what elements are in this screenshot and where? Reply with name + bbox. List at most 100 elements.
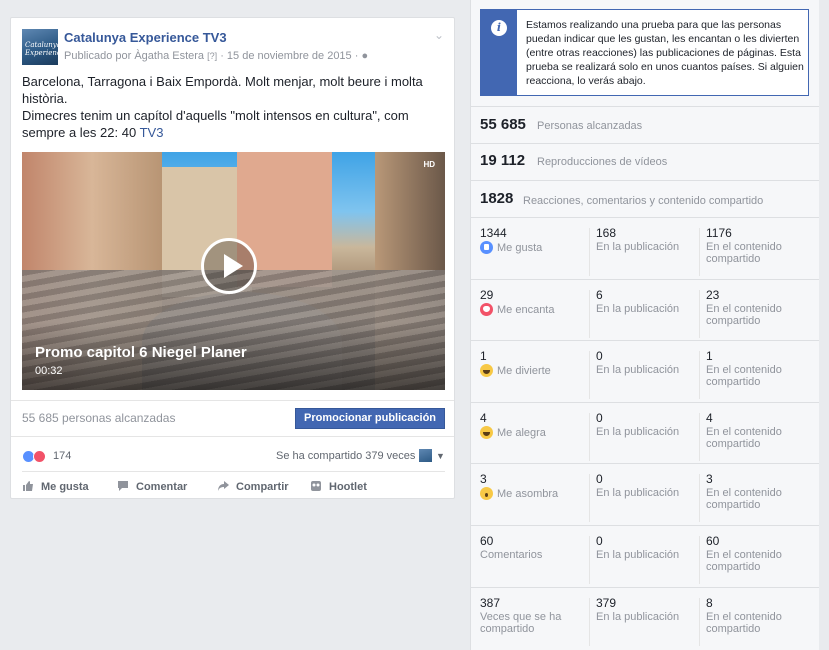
breakdown-label: Me encanta <box>480 303 585 316</box>
breakdown-on-shared: 60 <box>706 534 720 548</box>
breakdown-on-shared: 3 <box>706 472 713 486</box>
video-title: Promo capitol 6 Niegel Planer <box>35 344 247 361</box>
summary-value: 1828 <box>480 190 514 207</box>
page-avatar[interactable]: Catalunya Experience <box>22 29 65 65</box>
breakdown-total: 4 <box>480 411 487 425</box>
breakdown-on-post-label: En la publicación <box>596 303 680 315</box>
summary-row-video-views: 19 112 Reproducciones de vídeos <box>471 143 819 180</box>
post-date[interactable]: · 15 de noviembre de 2015 · <box>220 50 358 62</box>
info-icon: i <box>491 20 507 36</box>
breakdown-total: 3 <box>480 472 487 486</box>
breakdown-on-shared: 23 <box>706 288 720 302</box>
summary-label: Reproducciones de vídeos <box>537 156 668 168</box>
breakdown-row: 4 Me alegra 0 En la publicación 4 En el … <box>471 402 819 465</box>
summary-row-engagement: 1828 Reacciones, comentarios y contenido… <box>471 180 819 217</box>
avatar-logo-text: Catalunya Experience <box>25 41 65 57</box>
reaction-count[interactable]: 174 <box>53 450 71 462</box>
share-button[interactable]: Compartir <box>217 480 289 493</box>
like-reaction-icon <box>480 241 493 254</box>
breakdown-total: 1344 <box>480 226 507 240</box>
breakdown-on-post: 0 <box>596 411 603 425</box>
tv3-link[interactable]: TV3 <box>140 125 164 140</box>
reaction-icons[interactable] <box>22 450 52 464</box>
breakdown-label: Me alegra <box>480 426 585 439</box>
breakdown-label: Veces que se ha compartido <box>480 611 562 635</box>
breakdown-total: 60 <box>480 534 494 548</box>
comment-button[interactable]: Comentar <box>117 480 187 493</box>
globe-icon: ● <box>361 50 369 62</box>
post-card: Catalunya Experience Catalunya Experienc… <box>10 17 455 499</box>
notice-text: Estamos realizando una prueba para que l… <box>526 19 804 87</box>
thumbs-up-icon <box>22 480 36 492</box>
page-name-link[interactable]: Catalunya Experience TV3 <box>64 30 227 45</box>
breakdown-on-post: 379 <box>596 596 617 610</box>
breakdown-on-post-label: En la publicación <box>596 611 680 623</box>
breakdown-label: Me gusta <box>480 241 585 254</box>
page-selector-avatar[interactable] <box>419 449 432 462</box>
breakdown-on-shared-label: En el contenido compartido <box>706 549 782 573</box>
post-text-line: Barcelona, Tarragona i Baix Empordà. Mol… <box>22 74 423 106</box>
post-text: Barcelona, Tarragona i Baix Empordà. Mol… <box>22 73 442 141</box>
breakdown-total: 1 <box>480 349 487 363</box>
help-icon[interactable]: [?] <box>207 51 217 61</box>
video-player[interactable]: HD Promo capitol 6 Niegel Planer 00:32 <box>22 152 445 390</box>
breakdown-on-shared-label: En el contenido compartido <box>706 611 782 635</box>
breakdown-on-shared-label: En el contenido compartido <box>706 364 782 388</box>
summary-label: Reacciones, comentarios y contenido comp… <box>523 195 764 207</box>
breakdown-on-shared: 1176 <box>706 226 732 240</box>
breakdown-row: 1344 Me gusta 168 En la publicación 1176… <box>471 217 819 280</box>
breakdown-on-post-label: En la publicación <box>596 364 680 376</box>
breakdown-on-shared-label: En el contenido compartido <box>706 426 782 450</box>
comment-icon <box>117 480 131 492</box>
published-by[interactable]: Publicado por Àgatha Estera <box>64 50 204 62</box>
breakdown-row: 60 Comentarios 0 En la publicación 60 En… <box>471 525 819 588</box>
reactions-test-notice: i Estamos realizando una prueba para que… <box>480 9 809 96</box>
reach-text[interactable]: 55 685 personas alcanzadas <box>22 411 175 425</box>
breakdown-on-post: 0 <box>596 472 603 486</box>
love-reaction-icon <box>33 450 46 463</box>
shared-count[interactable]: Se ha compartido 379 veces <box>276 450 415 462</box>
chevron-down-icon[interactable]: ⌄ <box>434 28 444 42</box>
breakdown-label: Me asombra <box>480 487 585 500</box>
video-duration: 00:32 <box>35 365 63 377</box>
breakdown-on-shared-label: En el contenido compartido <box>706 487 782 511</box>
like-button[interactable]: Me gusta <box>22 480 89 493</box>
breakdown-total: 387 <box>480 596 501 610</box>
breakdown-row: 1 Me divierte 0 En la publicación 1 En e… <box>471 340 819 403</box>
breakdown-on-shared-label: En el contenido compartido <box>706 241 782 265</box>
yay-reaction-icon <box>480 426 493 439</box>
breakdown-row: 3 Me asombra 0 En la publicación 3 En el… <box>471 463 819 526</box>
summary-value: 19 112 <box>480 152 526 169</box>
breakdown-on-shared: 1 <box>706 349 713 363</box>
post-meta: Publicado por Àgatha Estera [?] · 15 de … <box>64 50 368 62</box>
haha-reaction-icon <box>480 364 493 377</box>
summary-row-reach: 55 685 Personas alcanzadas <box>471 106 819 143</box>
breakdown-on-shared: 4 <box>706 411 713 425</box>
wow-reaction-icon <box>480 487 493 500</box>
hootlet-owl-icon <box>310 480 324 492</box>
breakdown-on-post-label: En la publicación <box>596 426 680 438</box>
summary-label: Personas alcanzadas <box>537 120 643 132</box>
breakdown-on-shared-label: En el contenido compartido <box>706 303 782 327</box>
breakdown-on-post-label: En la publicación <box>596 487 680 499</box>
summary-value: 55 685 <box>480 116 526 133</box>
breakdown-row: 29 Me encanta 6 En la publicación 23 En … <box>471 279 819 342</box>
breakdown-total: 29 <box>480 288 494 302</box>
breakdown-label: Me divierte <box>480 364 585 377</box>
breakdown-on-post: 168 <box>596 226 617 240</box>
breakdown-on-shared: 8 <box>706 596 713 610</box>
breakdown-on-post-label: En la publicación <box>596 549 680 561</box>
caret-down-icon[interactable]: ▼ <box>436 451 445 461</box>
divider <box>11 400 454 401</box>
hootlet-button[interactable]: Hootlet <box>310 480 367 493</box>
play-icon[interactable] <box>201 238 257 294</box>
breakdown-on-post-label: En la publicación <box>596 241 680 253</box>
breakdown-row: 387 Veces que se ha compartido 379 En la… <box>471 587 819 650</box>
promote-button[interactable]: Promocionar publicación <box>295 408 445 429</box>
post-text-line-2: Dimecres tenim un capítol d'aquells "mol… <box>22 108 409 140</box>
love-reaction-icon <box>480 303 493 316</box>
breakdown-on-post: 0 <box>596 349 603 363</box>
insights-panel: i Estamos realizando una prueba para que… <box>470 0 819 650</box>
hd-badge: HD <box>423 160 435 169</box>
breakdown-on-post: 6 <box>596 288 603 302</box>
